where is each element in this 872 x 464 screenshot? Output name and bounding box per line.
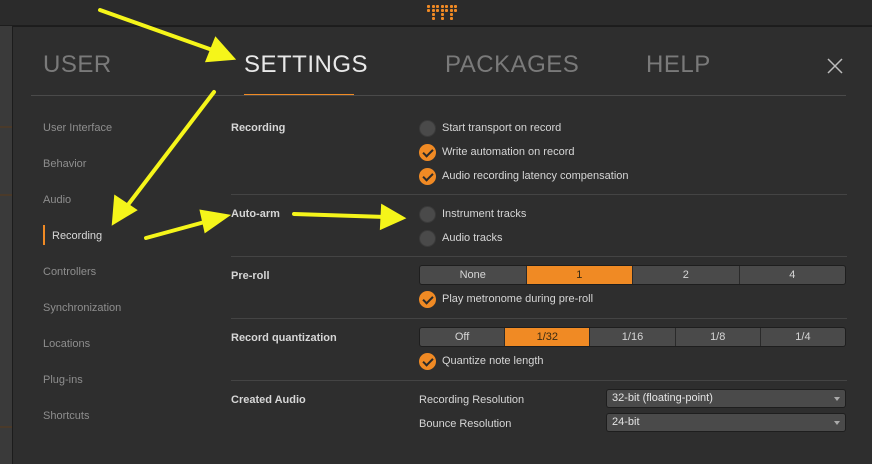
quantization-segmented-control: Off 1/32 1/16 1/8 1/4 — [419, 327, 846, 347]
option-label: Audio recording latency compensation — [442, 170, 629, 182]
pre-roll-option-2[interactable]: 2 — [633, 266, 740, 284]
logo-dot — [431, 9, 435, 12]
pre-roll-option-4[interactable]: 4 — [740, 266, 846, 284]
sidebar-item-user-interface[interactable]: User Interface — [43, 122, 112, 134]
section-label-recording: Recording — [231, 122, 286, 134]
sidebar-item-recording[interactable]: Recording — [52, 230, 102, 242]
section-label-auto-arm: Auto-arm — [231, 208, 280, 220]
strip-line — [0, 426, 12, 428]
sidebar-item-behavior[interactable]: Behavior — [43, 158, 86, 170]
sidebar-item-locations[interactable]: Locations — [43, 338, 90, 350]
bounce-resolution-select[interactable]: 24-bit — [606, 413, 846, 432]
logo-dot — [449, 17, 453, 20]
sidebar-item-shortcuts[interactable]: Shortcuts — [43, 410, 89, 422]
logo-dot — [427, 9, 430, 12]
checkbox-indicator — [419, 229, 436, 247]
close-icon[interactable] — [825, 56, 845, 76]
quantization-option-1-32[interactable]: 1/32 — [505, 328, 591, 346]
logo-dot — [440, 13, 444, 16]
select-value: 24-bit — [612, 416, 640, 428]
header-divider — [31, 95, 846, 96]
logo-dot — [445, 5, 448, 8]
logo-dot — [431, 13, 435, 16]
checkbox-indicator — [419, 290, 436, 308]
logo-dot — [431, 17, 435, 20]
logo-dot — [440, 9, 444, 12]
quantization-option-off[interactable]: Off — [420, 328, 506, 346]
option-label: Play metronome during pre-roll — [442, 293, 594, 305]
active-sidebar-indicator — [43, 225, 45, 245]
checkbox-indicator — [419, 167, 436, 185]
logo-dot — [449, 13, 453, 16]
instrument-tracks-checkbox[interactable]: Instrument tracks — [419, 205, 526, 223]
option-label: Quantize note length — [442, 355, 544, 367]
select-value: 32-bit (floating-point) — [612, 392, 713, 404]
quantization-option-1-8[interactable]: 1/8 — [676, 328, 761, 346]
background-track-strip — [0, 26, 12, 464]
section-divider — [231, 256, 847, 257]
section-label-created-audio: Created Audio — [231, 394, 306, 406]
logo-dot — [440, 17, 444, 20]
chevron-down-icon — [834, 397, 840, 401]
settings-dialog: USER SETTINGS PACKAGES HELP User Interfa… — [12, 26, 872, 464]
option-label: Write automation on record — [442, 146, 575, 158]
option-label: Instrument tracks — [442, 208, 527, 220]
recording-resolution-select[interactable]: 32-bit (floating-point) — [606, 389, 846, 408]
latency-compensation-checkbox[interactable]: Audio recording latency compensation — [419, 167, 629, 185]
pre-roll-segmented-control: None 1 2 4 — [419, 265, 846, 285]
chevron-down-icon — [834, 421, 840, 425]
logo-dot — [454, 9, 457, 12]
write-automation-checkbox[interactable]: Write automation on record — [419, 143, 574, 161]
app-logo-icon — [427, 5, 459, 21]
quantize-note-length-checkbox[interactable]: Quantize note length — [419, 352, 544, 370]
logo-dot — [454, 5, 457, 8]
sidebar-item-controllers[interactable]: Controllers — [43, 266, 96, 278]
section-label-pre-roll: Pre-roll — [231, 270, 270, 282]
logo-dot — [449, 9, 453, 12]
option-label: Audio tracks — [442, 232, 503, 244]
section-divider — [231, 380, 847, 381]
checkbox-indicator — [419, 119, 436, 137]
section-label-record-quantization: Record quantization — [231, 332, 337, 344]
sidebar-item-audio[interactable]: Audio — [43, 194, 71, 206]
strip-line — [0, 194, 12, 196]
logo-dot — [431, 5, 435, 8]
logo-dot — [427, 5, 430, 8]
section-divider — [231, 318, 847, 319]
tab-user[interactable]: USER — [43, 51, 112, 79]
bounce-resolution-label: Bounce Resolution — [419, 418, 512, 430]
tab-help[interactable]: HELP — [646, 51, 711, 79]
quantization-option-1-16[interactable]: 1/16 — [590, 328, 676, 346]
checkbox-indicator — [419, 205, 436, 223]
tab-settings[interactable]: SETTINGS — [244, 51, 368, 79]
start-transport-checkbox[interactable]: Start transport on record — [419, 119, 561, 137]
section-divider — [231, 194, 847, 195]
sidebar-item-synchronization[interactable]: Synchronization — [43, 302, 121, 314]
sidebar-item-plug-ins[interactable]: Plug-ins — [43, 374, 83, 386]
logo-dot — [445, 9, 448, 12]
top-bar — [0, 0, 872, 26]
tab-packages[interactable]: PACKAGES — [445, 51, 579, 79]
checkbox-indicator — [419, 352, 436, 370]
pre-roll-option-1[interactable]: 1 — [526, 266, 633, 284]
logo-dot — [449, 5, 453, 8]
checkbox-indicator — [419, 143, 436, 161]
audio-tracks-checkbox[interactable]: Audio tracks — [419, 229, 503, 247]
strip-line — [0, 126, 12, 128]
logo-dot — [436, 9, 439, 12]
pre-roll-option-none[interactable]: None — [420, 266, 527, 284]
logo-dot — [440, 5, 444, 8]
play-metronome-checkbox[interactable]: Play metronome during pre-roll — [419, 290, 593, 308]
option-label: Start transport on record — [442, 122, 562, 134]
quantization-option-1-4[interactable]: 1/4 — [761, 328, 845, 346]
logo-dot — [436, 5, 439, 8]
recording-resolution-label: Recording Resolution — [419, 394, 525, 406]
